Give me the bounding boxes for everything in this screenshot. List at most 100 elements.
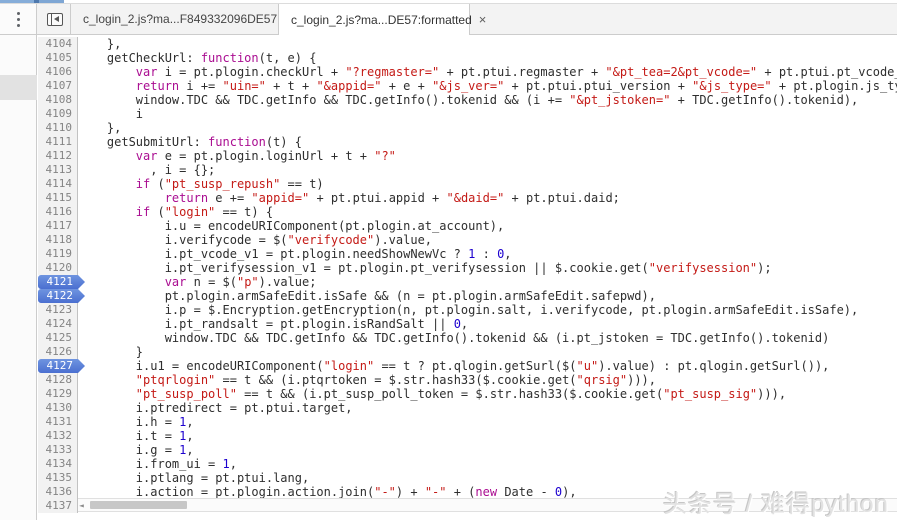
line-number[interactable]: 4108 xyxy=(38,93,78,107)
line-number[interactable]: 4115 xyxy=(38,191,78,205)
navigator-toggle-button[interactable] xyxy=(42,4,67,34)
line-number[interactable]: 4124 xyxy=(38,317,78,331)
code-line: i xyxy=(78,107,897,121)
code-line: if ("pt_susp_repush" == t) xyxy=(78,177,897,191)
code-row: 4104 }, xyxy=(38,37,897,51)
line-number[interactable]: 4120 xyxy=(38,261,78,275)
line-number[interactable]: 4104 xyxy=(38,37,78,51)
line-number[interactable]: 4113 xyxy=(38,163,78,177)
code-line: return e += "appid=" + pt.ptui.appid + "… xyxy=(78,191,897,205)
code-line: i.g = 1, xyxy=(78,443,897,457)
line-number[interactable]: 4119 xyxy=(38,247,78,261)
code-row: 4124 i.pt_randsalt = pt.plogin.isRandSal… xyxy=(38,317,897,331)
line-number[interactable]: 4107 xyxy=(38,79,78,93)
line-number[interactable]: 4117 xyxy=(38,219,78,233)
line-number[interactable]: 4134 xyxy=(38,457,78,471)
code-line: }, xyxy=(78,121,897,135)
code-row: 4129 "pt_susp_poll" == t && (i.pt_susp_p… xyxy=(38,387,897,401)
scrollbar-thumb[interactable] xyxy=(90,501,187,509)
code-row: 4113 , i = {}; xyxy=(38,163,897,177)
line-number[interactable]: 4111 xyxy=(38,135,78,149)
source-editor: 4104 },4105 getCheckUrl: function(t, e) … xyxy=(38,35,897,520)
code-line: i.h = 1, xyxy=(78,415,897,429)
line-number[interactable]: 4112 xyxy=(38,149,78,163)
tab-bar: c_login_2.js?ma...F849332096DE57 c_login… xyxy=(0,3,897,35)
line-number[interactable]: 4136 xyxy=(38,485,78,499)
code-line: "ptqrlogin" == t && (i.ptqrtoken = $.str… xyxy=(78,373,897,387)
code-row: 4111 getSubmitUrl: function(t) { xyxy=(38,135,897,149)
devtools-sources-panel: c_login_2.js?ma...F849332096DE57 c_login… xyxy=(0,0,897,520)
breakpoint-line-number[interactable]: 4122 xyxy=(38,289,86,303)
code-line: getSubmitUrl: function(t) { xyxy=(78,135,897,149)
line-number[interactable]: 4110 xyxy=(38,121,78,135)
panel-collapse-icon xyxy=(47,13,63,26)
code-line: i.pt_verifysession_v1 = pt.plogin.pt_ver… xyxy=(78,261,897,275)
breakpoint-line-number[interactable]: 4121 xyxy=(38,275,86,289)
line-number[interactable]: 4137 xyxy=(38,499,78,513)
tab-label: c_login_2.js?ma...F849332096DE57 xyxy=(83,12,277,26)
line-number[interactable]: 4116 xyxy=(38,205,78,219)
code-line: i.u = encodeURIComponent(pt.plogin.at_ac… xyxy=(78,219,897,233)
line-number[interactable]: 4128 xyxy=(38,373,78,387)
code-line: window.TDC && TDC.getInfo && TDC.getInfo… xyxy=(78,93,897,107)
watermark-text: 头条号 / 难得python xyxy=(663,484,889,519)
code-line: } xyxy=(78,345,897,359)
code-row: 4123 i.p = $.Encryption.getEncryption(n,… xyxy=(38,303,897,317)
code-row: 4107 return i += "uin=" + t + "&appid=" … xyxy=(38,79,897,93)
left-toolbar-strip xyxy=(0,35,37,520)
line-number[interactable]: 4109 xyxy=(38,107,78,121)
code-row: 4134 i.from_ui = 1, xyxy=(38,457,897,471)
code-line: var i = pt.plogin.checkUrl + "?regmaster… xyxy=(78,65,897,79)
line-number[interactable]: 4135 xyxy=(38,471,78,485)
code-line: return i += "uin=" + t + "&appid=" + e +… xyxy=(78,79,897,93)
tab-source-file[interactable]: c_login_2.js?ma...F849332096DE57 xyxy=(70,4,279,34)
tab-label: c_login_2.js?ma...DE57:formatted xyxy=(291,13,472,27)
code-row: 4133 i.g = 1, xyxy=(38,443,897,457)
code-row: 4131 i.h = 1, xyxy=(38,415,897,429)
code-row: 4118 i.verifycode = $("verifycode").valu… xyxy=(38,233,897,247)
code-row: 4128 "ptqrlogin" == t && (i.ptqrtoken = … xyxy=(38,373,897,387)
code-line: i.pt_randsalt = pt.plogin.isRandSalt || … xyxy=(78,317,897,331)
code-row: 4110 }, xyxy=(38,121,897,135)
code-line: "pt_susp_poll" == t && (i.pt_susp_poll_t… xyxy=(78,387,897,401)
code-line: i.from_ui = 1, xyxy=(78,457,897,471)
code-row: 4126 } xyxy=(38,345,897,359)
line-number[interactable]: 4133 xyxy=(38,443,78,457)
code-row: 4106 var i = pt.plogin.checkUrl + "?regm… xyxy=(38,65,897,79)
code-line: i.t = 1, xyxy=(78,429,897,443)
code-line: , i = {}; xyxy=(78,163,897,177)
close-icon[interactable]: × xyxy=(479,13,487,26)
code-row: 4109 i xyxy=(38,107,897,121)
line-number[interactable]: 4126 xyxy=(38,345,78,359)
code-row: 4132 i.t = 1, xyxy=(38,429,897,443)
scroll-left-arrow-icon[interactable]: ◄ xyxy=(79,501,84,510)
code-row: 4125 window.TDC && TDC.getInfo && TDC.ge… xyxy=(38,331,897,345)
line-number[interactable]: 4114 xyxy=(38,177,78,191)
code-line: i.ptredirect = pt.ptui.target, xyxy=(78,401,897,415)
code-line: i.p = $.Encryption.getEncryption(n, pt.p… xyxy=(78,303,897,317)
line-number[interactable]: 4132 xyxy=(38,429,78,443)
code-row: 4127 i.u1 = encodeURIComponent("login" =… xyxy=(38,359,897,373)
code-row: 4105 getCheckUrl: function(t, e) { xyxy=(38,51,897,65)
code-row: 4120 i.pt_verifysession_v1 = pt.plogin.p… xyxy=(38,261,897,275)
line-number[interactable]: 4125 xyxy=(38,331,78,345)
line-number[interactable]: 4131 xyxy=(38,415,78,429)
breakpoint-line-number[interactable]: 4127 xyxy=(38,359,86,373)
line-number[interactable]: 4123 xyxy=(38,303,78,317)
code-line: if ("login" == t) { xyxy=(78,205,897,219)
code-row: 4117 i.u = encodeURIComponent(pt.plogin.… xyxy=(38,219,897,233)
code-row: 4121 var n = $("p").value; xyxy=(38,275,897,289)
line-number[interactable]: 4129 xyxy=(38,387,78,401)
code-row: 4115 return e += "appid=" + pt.ptui.appi… xyxy=(38,191,897,205)
line-number[interactable]: 4130 xyxy=(38,401,78,415)
code-row: 4122 pt.plogin.armSafeEdit.isSafe && (n … xyxy=(38,289,897,303)
kebab-menu-icon[interactable] xyxy=(0,4,37,34)
line-number[interactable]: 4118 xyxy=(38,233,78,247)
code-row: 4130 i.ptredirect = pt.ptui.target, xyxy=(38,401,897,415)
line-number[interactable]: 4106 xyxy=(38,65,78,79)
tab-formatted-file[interactable]: c_login_2.js?ma...DE57:formatted × xyxy=(279,4,470,35)
clipped-top-blue-bar xyxy=(0,0,64,3)
code-line: i.u1 = encodeURIComponent("login" == t ?… xyxy=(78,359,897,373)
strip-highlight xyxy=(0,75,37,100)
line-number[interactable]: 4105 xyxy=(38,51,78,65)
